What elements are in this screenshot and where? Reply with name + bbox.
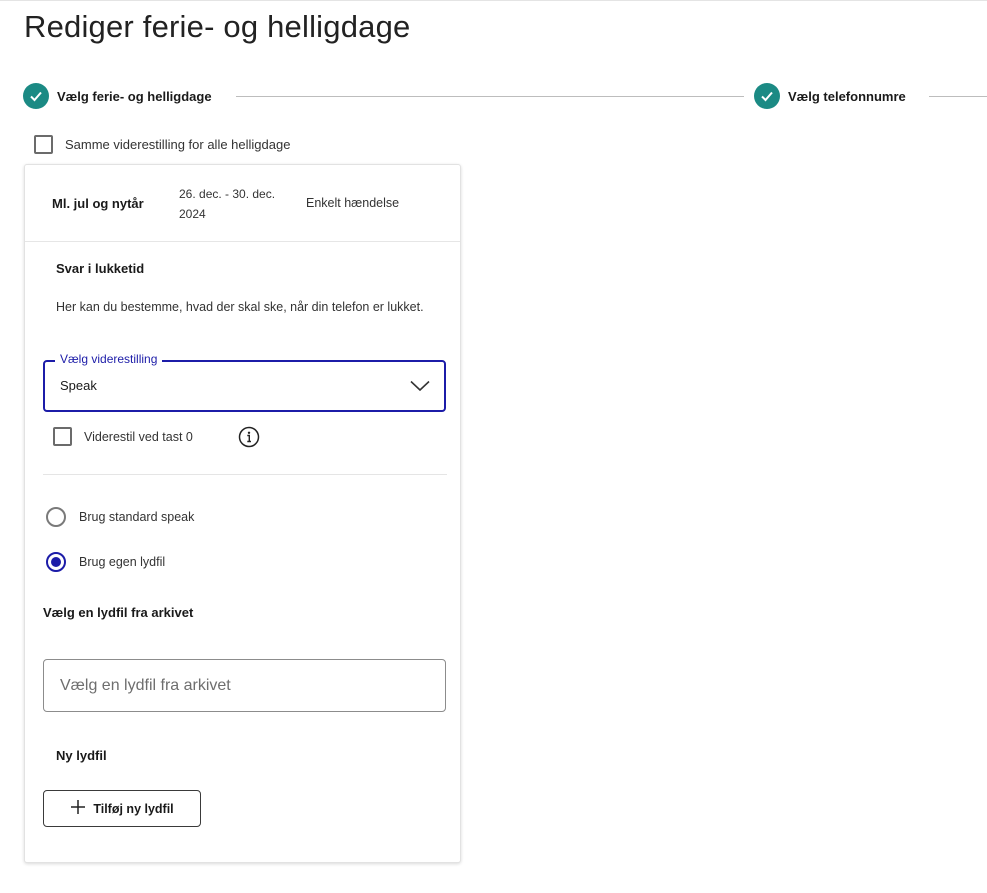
radio-label: Brug standard speak	[79, 510, 195, 524]
archive-file-input[interactable]	[43, 659, 446, 712]
holiday-card: Ml. jul og nytår 26. dec. - 30. dec. 202…	[24, 164, 461, 863]
same-forward-row[interactable]: Samme viderestilling for alle helligdage	[34, 135, 290, 154]
radio-standard-speak[interactable]: Brug standard speak	[46, 507, 194, 527]
step-phone-numbers[interactable]: Vælg telefonnumre	[754, 83, 906, 109]
add-new-file-button[interactable]: Tilføj ny lydfil	[43, 790, 201, 827]
radio-button[interactable]	[46, 507, 66, 527]
radio-button[interactable]	[46, 552, 66, 572]
forward-select[interactable]: Vælg viderestilling Speak	[43, 352, 446, 412]
section-divider	[43, 474, 447, 475]
info-icon[interactable]	[238, 426, 260, 453]
check-icon	[23, 83, 49, 109]
same-forward-checkbox[interactable]	[34, 135, 53, 154]
forward-key-label: Viderestil ved tast 0	[84, 429, 193, 444]
step-connector	[236, 96, 744, 97]
new-file-title: Ny lydfil	[56, 748, 107, 763]
closed-section-title: Svar i lukketid	[56, 261, 145, 276]
step-label: Vælg telefonnumre	[788, 88, 906, 104]
forward-select-value: Speak	[60, 378, 97, 393]
holiday-name: Ml. jul og nytår	[52, 196, 144, 211]
top-divider	[0, 0, 987, 1]
forward-key-row[interactable]: Viderestil ved tast 0	[53, 427, 193, 446]
page-title: Rediger ferie- og helligdage	[24, 9, 411, 44]
step-holidays[interactable]: Vælg ferie- og helligdage	[23, 83, 212, 109]
holiday-card-header: Ml. jul og nytår 26. dec. - 30. dec. 202…	[25, 165, 460, 242]
step-connector	[929, 96, 987, 97]
add-new-file-label: Tilføj ny lydfil	[93, 801, 174, 816]
check-icon	[754, 83, 780, 109]
radio-own-file[interactable]: Brug egen lydfil	[46, 552, 165, 572]
step-label: Vælg ferie- og helligdage	[57, 88, 212, 104]
same-forward-label: Samme viderestilling for alle helligdage	[65, 137, 291, 152]
chevron-down-icon[interactable]	[410, 379, 430, 397]
forward-key-checkbox[interactable]	[53, 427, 72, 446]
holiday-dates: 26. dec. - 30. dec. 2024	[179, 187, 276, 221]
radio-label: Brug egen lydfil	[79, 555, 166, 569]
forward-select-legend: Vælg viderestilling	[55, 352, 163, 366]
plus-icon	[70, 799, 86, 818]
archive-section-title: Vælg en lydfil fra arkivet	[43, 605, 194, 620]
holiday-type: Enkelt hændelse	[306, 196, 400, 210]
closed-description: Her kan du bestemme, hvad der skal ske, …	[56, 300, 424, 314]
